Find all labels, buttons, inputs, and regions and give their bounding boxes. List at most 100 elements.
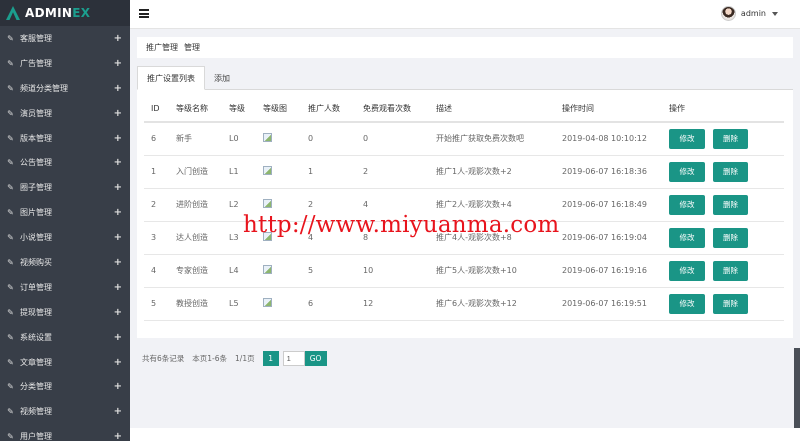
cell-promo-count: 0 (301, 122, 356, 156)
expand-icon[interactable]: + (114, 257, 122, 268)
cell-id: 3 (144, 221, 169, 255)
col-id: ID (144, 96, 169, 123)
expand-icon[interactable]: + (114, 406, 122, 417)
cell-description: 推广6人-观影次数+12 (429, 287, 555, 321)
scrollbar[interactable] (794, 348, 800, 428)
delete-button[interactable]: 删除 (713, 293, 748, 314)
sidebar-item[interactable]: ✎ 视频管理 + (0, 399, 130, 424)
brand-main: ADMIN (25, 6, 73, 20)
edit-icon: ✎ (7, 108, 14, 118)
tab-add[interactable]: 添加 (205, 66, 239, 90)
sidebar-item[interactable]: ✎ 版本管理 + (0, 126, 130, 151)
sidebar-item-label: 订单管理 (20, 282, 52, 292)
sidebar-item[interactable]: ✎ 频道分类管理 + (0, 76, 130, 101)
cell-free-views: 12 (356, 287, 429, 321)
edit-icon: ✎ (7, 432, 14, 441)
cell-name: 新手 (169, 122, 222, 156)
sidebar-item-label: 视频管理 (20, 407, 52, 417)
cell-name: 进阶创造 (169, 188, 222, 222)
go-button[interactable]: GO (304, 351, 327, 366)
expand-icon[interactable]: + (114, 108, 122, 119)
broken-image-icon (263, 133, 272, 143)
sidebar-item[interactable]: ✎ 演员管理 + (0, 101, 130, 126)
expand-icon[interactable]: + (114, 83, 122, 94)
col-free-views: 免费观看次数 (356, 96, 429, 123)
table-header-row: ID 等级名称 等级 等级图 推广人数 免费观看次数 描述 操作时间 操作 (144, 96, 784, 123)
cell-level: L4 (222, 254, 256, 288)
sidebar-item[interactable]: ✎ 提现管理 + (0, 300, 130, 325)
edit-button[interactable]: 修改 (669, 293, 705, 314)
expand-icon[interactable]: + (114, 232, 122, 243)
broken-image-icon (263, 166, 272, 175)
cell-time: 2019-06-07 16:19:16 (555, 254, 662, 288)
tab-list[interactable]: 推广设置列表 (137, 66, 205, 90)
expand-icon[interactable]: + (114, 157, 122, 168)
user-menu[interactable]: admin (720, 6, 778, 21)
expand-icon[interactable]: + (114, 431, 122, 441)
edit-button[interactable]: 修改 (669, 194, 705, 215)
cell-level-image (256, 287, 301, 321)
sidebar-item[interactable]: ✎ 分类管理 + (0, 374, 130, 399)
sidebar-item[interactable]: ✎ 订单管理 + (0, 275, 130, 300)
sidebar-item[interactable]: ✎ 客服管理 + (0, 26, 130, 51)
cell-actions: 修改 删除 (662, 221, 784, 255)
edit-button[interactable]: 修改 (669, 128, 705, 149)
edit-icon: ✎ (7, 307, 14, 317)
edit-button[interactable]: 修改 (669, 227, 705, 248)
expand-icon[interactable]: + (114, 182, 122, 193)
delete-button[interactable]: 删除 (713, 260, 748, 281)
expand-icon[interactable]: + (114, 307, 122, 318)
cell-id: 4 (144, 254, 169, 288)
edit-button[interactable]: 修改 (669, 260, 705, 281)
pagination: 共有6条记录 本页1-6条 1/1页 1 GO (142, 351, 327, 366)
edit-icon: ✎ (7, 233, 14, 243)
cell-name: 入门创造 (169, 155, 222, 189)
edit-button[interactable]: 修改 (669, 161, 705, 182)
sidebar-item[interactable]: ✎ 圈子管理 + (0, 175, 130, 200)
delete-button[interactable]: 删除 (713, 227, 748, 248)
cell-free-views: 2 (356, 155, 429, 189)
user-name[interactable]: admin (741, 9, 766, 18)
sidebar-item[interactable]: ✎ 系统设置 + (0, 325, 130, 350)
edit-icon: ✎ (7, 282, 14, 292)
caret-down-icon[interactable] (772, 11, 778, 16)
sidebar-item[interactable]: ✎ 视频购买 + (0, 250, 130, 275)
edit-icon: ✎ (7, 257, 14, 267)
sidebar-item-label: 圈子管理 (20, 183, 52, 193)
expand-icon[interactable]: + (114, 33, 122, 44)
edit-icon: ✎ (7, 332, 14, 342)
page-jump-input[interactable] (282, 351, 305, 366)
delete-button[interactable]: 删除 (713, 128, 748, 149)
sidebar-item[interactable]: ✎ 文章管理 + (0, 350, 130, 375)
sidebar-item[interactable]: ✎ 用户管理 + (0, 424, 130, 441)
cell-time: 2019-06-07 16:18:49 (555, 188, 662, 222)
sidebar-item-label: 公告管理 (20, 158, 52, 168)
current-page-button[interactable]: 1 (262, 351, 279, 366)
sidebar-item-label: 系统设置 (20, 332, 52, 342)
edit-icon: ✎ (7, 357, 14, 367)
cell-level-image (256, 122, 301, 156)
sidebar-item[interactable]: ✎ 图片管理 + (0, 200, 130, 225)
avatar[interactable] (720, 6, 736, 21)
cell-promo-count: 6 (301, 287, 356, 321)
delete-button[interactable]: 删除 (713, 194, 748, 215)
sidebar-item-label: 小说管理 (20, 233, 52, 243)
expand-icon[interactable]: + (114, 381, 122, 392)
cell-actions: 修改 删除 (662, 188, 784, 222)
menu-toggle-icon[interactable] (139, 9, 149, 18)
expand-icon[interactable]: + (114, 133, 122, 144)
expand-icon[interactable]: + (114, 58, 122, 69)
cell-time: 2019-06-07 16:19:51 (555, 287, 662, 321)
expand-icon[interactable]: + (114, 332, 122, 343)
sidebar-item[interactable]: ✎ 小说管理 + (0, 225, 130, 250)
sidebar-item-label: 文章管理 (20, 357, 52, 367)
sidebar-item[interactable]: ✎ 广告管理 + (0, 51, 130, 76)
expand-icon[interactable]: + (114, 282, 122, 293)
expand-icon[interactable]: + (114, 357, 122, 368)
watermark-text: http://www.miyuanma.com (243, 212, 560, 238)
expand-icon[interactable]: + (114, 207, 122, 218)
logo-icon (6, 6, 20, 20)
logo[interactable]: ADMINEX (0, 0, 130, 26)
sidebar-item[interactable]: ✎ 公告管理 + (0, 150, 130, 175)
delete-button[interactable]: 删除 (713, 161, 748, 182)
